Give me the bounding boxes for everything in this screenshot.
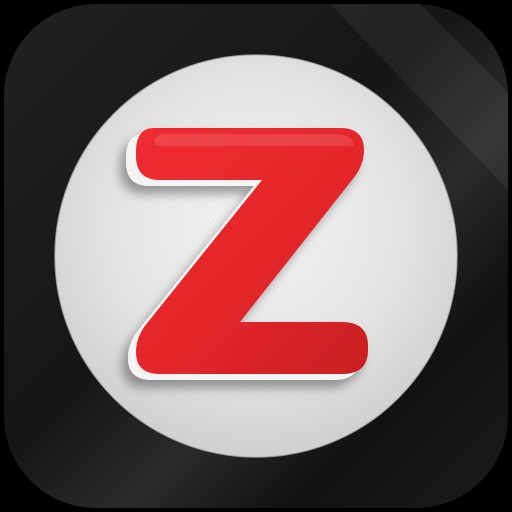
app-icon-canvas: Z xyxy=(0,0,512,512)
z-app-icon[interactable]: Z xyxy=(0,0,512,512)
